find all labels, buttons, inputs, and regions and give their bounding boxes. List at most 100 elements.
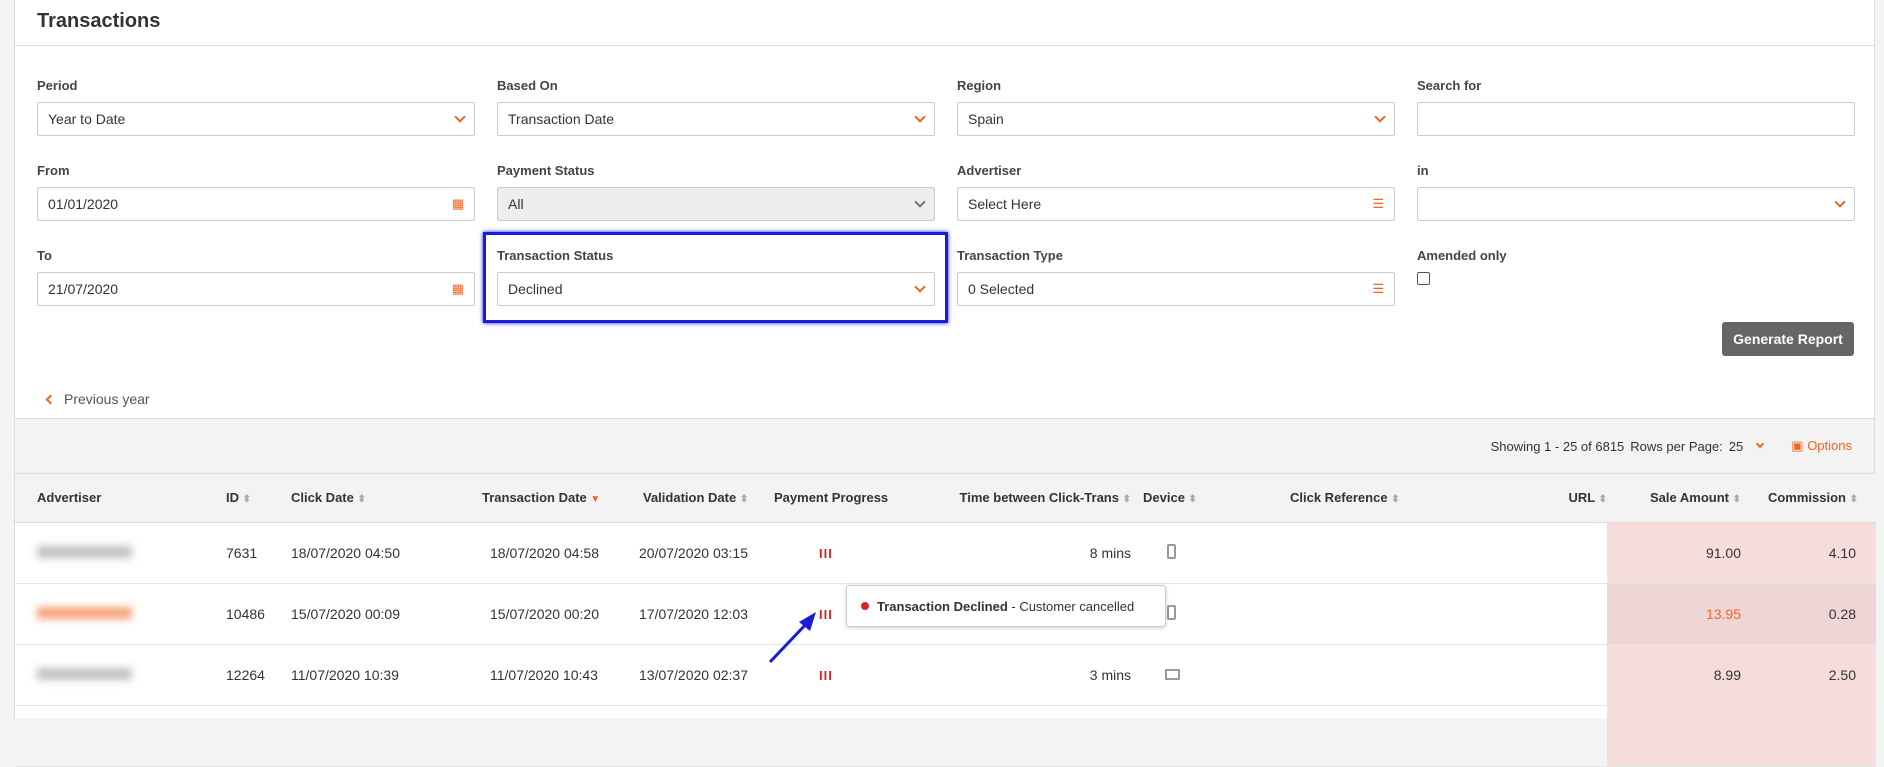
payment-status-select[interactable]: All [497,187,935,221]
advertiser-cell[interactable] [15,522,226,584]
rows-per-page-select[interactable]: 25 [1728,438,1765,454]
in-select[interactable] [1417,187,1855,221]
click-date-cell: 11/07/2020 10:39 [291,644,471,706]
transaction-type-select[interactable]: 0 Selected ☰ [957,272,1395,306]
from-label: From [37,163,70,178]
rows-per-page-label: Rows per Page: [1630,438,1723,454]
search-input[interactable] [1417,102,1855,136]
col-label: Click Reference [1290,490,1388,506]
calendar-icon[interactable]: ▦ [452,196,464,212]
table-row[interactable]: 7631 18/07/2020 04:50 18/07/2020 04:58 2… [15,522,1876,584]
chevron-left-icon [45,394,56,404]
save-icon: ▣ [1791,438,1804,453]
showing-count: Showing 1 - 25 of 6815 [1490,438,1625,454]
col-advertiser[interactable]: Advertiser [15,474,226,523]
from-date-input[interactable]: 01/01/2020 ▦ [37,187,475,221]
transaction-date-cell: 11/07/2020 10:43 [471,644,629,706]
advertiser-select[interactable]: Select Here ☰ [957,187,1395,221]
to-value: 21/07/2020 [48,281,119,297]
advertiser-label: Advertiser [957,163,1022,178]
to-date-input[interactable]: 21/07/2020 ▦ [37,272,475,306]
sort-desc-icon: ▼ [590,494,601,506]
click-date-cell: 15/07/2020 00:09 [291,583,471,645]
page-header: Transactions [15,0,1874,46]
table-toolbar: Showing 1 - 25 of 6815 Rows per Page: 25… [15,418,1874,474]
chevron-down-icon [914,111,926,123]
progress-bars-icon[interactable]: III [819,546,833,561]
col-sale-amount[interactable]: Sale Amount ⬍ [1607,474,1741,523]
col-label: Advertiser [37,490,102,506]
advertiser-field: Advertiser Select Here ☰ [957,163,1395,221]
device-cell [1131,644,1231,706]
advertiser-name-redacted [37,667,132,680]
id-cell: 12264 [226,644,291,706]
amended-checkbox[interactable] [1417,272,1430,285]
advertiser-name-redacted [37,606,132,619]
time-between-cell: 3 mins [941,644,1131,706]
region-value: Spain [968,111,1004,127]
chevron-down-icon [1756,439,1765,449]
status-tooltip: Transaction Declined - Customer cancelle… [846,585,1166,627]
table-row[interactable]: 12264 11/07/2020 10:39 11/07/2020 10:43 … [15,644,1876,706]
col-label: Validation Date [643,490,737,506]
col-label: Transaction Date [482,490,587,506]
mobile-icon [1167,543,1176,559]
id-cell: 10486 [226,583,291,645]
previous-year-link[interactable]: Previous year [45,391,150,407]
col-url[interactable]: URL ⬍ [1541,474,1607,523]
payment-progress-cell[interactable]: III [764,522,941,584]
period-label: Period [37,78,78,93]
page-title: Transactions [37,10,161,32]
options-label: Options [1807,438,1852,453]
sort-icon: ⬍ [242,494,252,506]
url-cell [1541,644,1607,706]
payment-status-field: Payment Status All [497,163,935,221]
transaction-type-label: Transaction Type [957,248,1063,263]
table-header-row: Advertiser ID ⬍ Click Date ⬍ Transaction… [15,474,1876,523]
sale-amount-cell [1607,705,1741,767]
commission-cell: 0.28 [1741,583,1876,645]
col-label: Sale Amount [1650,490,1729,506]
time-between-cell: 8 mins [941,522,1131,584]
region-field: Region Spain [957,78,1395,136]
calendar-icon[interactable]: ▦ [452,281,464,297]
commission-cell: 4.10 [1741,522,1876,584]
col-label: URL [1568,490,1595,506]
col-label: Click Date [291,490,354,506]
col-click-date[interactable]: Click Date ⬍ [291,474,471,523]
col-transaction-date[interactable]: Transaction Date ▼ [471,474,629,523]
col-click-reference[interactable]: Click Reference ⬍ [1231,474,1541,523]
validation-date-cell: 17/07/2020 12:03 [629,583,764,645]
chevron-down-icon [914,196,926,208]
sale-amount-cell: 8.99 [1607,644,1741,706]
transaction-type-field: Transaction Type 0 Selected ☰ [957,248,1395,306]
sort-icon: ⬍ [739,494,749,506]
url-cell [1541,522,1607,584]
transaction-type-value: 0 Selected [968,281,1035,297]
generate-report-button[interactable]: Generate Report [1722,322,1854,356]
empty-cell [15,705,1607,767]
col-id[interactable]: ID ⬍ [226,474,291,523]
payment-progress-cell[interactable]: III [764,644,941,706]
progress-bars-icon[interactable]: III [819,668,833,683]
options-button[interactable]: ▣ Options [1791,438,1852,454]
col-commission[interactable]: Commission ⬍ [1741,474,1876,523]
advertiser-cell[interactable] [15,583,226,645]
region-select[interactable]: Spain [957,102,1395,136]
progress-bars-icon[interactable]: III [819,607,833,622]
to-label: To [37,248,52,263]
payment-status-value: All [508,196,524,212]
based-on-select[interactable]: Transaction Date [497,102,935,136]
rows-per-page-value: 25 [1728,438,1744,454]
col-validation-date[interactable]: Validation Date ⬍ [629,474,764,523]
previous-year-label: Previous year [64,391,150,407]
chevron-down-icon [454,111,466,123]
table-row[interactable] [15,705,1876,767]
period-select[interactable]: Year to Date [37,102,475,136]
col-device[interactable]: Device ⬍ [1131,474,1231,523]
col-time-between[interactable]: Time between Click-Trans ⬍ [941,474,1131,523]
sort-icon: ⬍ [1188,494,1197,506]
sort-icon: ⬍ [1122,494,1131,506]
advertiser-cell[interactable] [15,644,226,706]
sort-icon: ⬍ [1391,494,1400,506]
